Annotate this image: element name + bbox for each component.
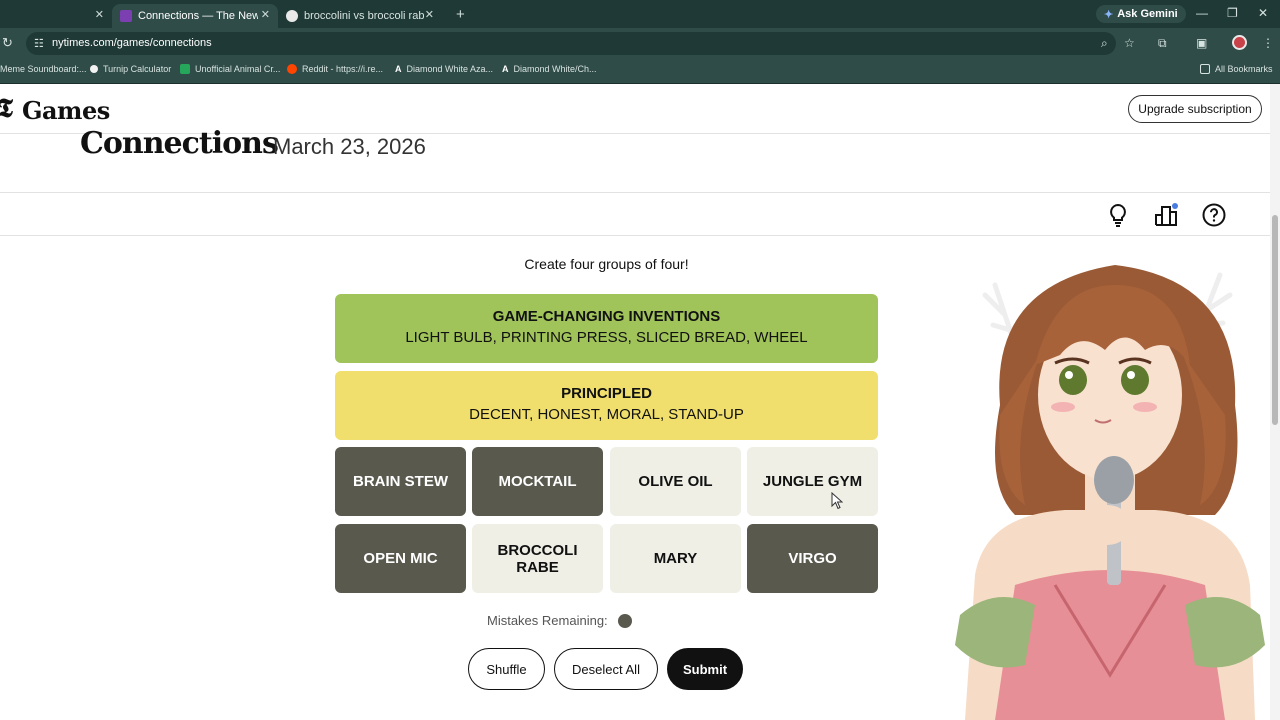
bookmark-star-icon[interactable]: ☆ (1124, 36, 1135, 50)
tab-google-search[interactable]: broccolini vs broccoli rabe - Go ✕ (278, 4, 442, 28)
side-panel-icon[interactable]: ▣ (1196, 36, 1207, 50)
word-tile[interactable]: VIRGO (747, 524, 878, 593)
browser-tab-bar: ✕ Connections — The New York T ✕ broccol… (0, 0, 1280, 28)
submit-button[interactable]: Submit (667, 648, 743, 690)
tab-label: Connections — The New York T (138, 10, 258, 22)
url-text: nytimes.com/games/connections (52, 37, 212, 49)
game-title-bar: Connections March 23, 2026 (0, 126, 1280, 193)
close-tab-icon[interactable]: ✕ (425, 8, 434, 21)
group-words: LIGHT BULB, PRINTING PRESS, SLICED BREAD… (405, 329, 808, 346)
zoom-icon[interactable]: ⌕ (1101, 36, 1108, 51)
solved-group-yellow: PRINCIPLED DECENT, HONEST, MORAL, STAND-… (335, 371, 878, 440)
site-info-icon[interactable]: ☷ (34, 37, 44, 50)
game-date: March 23, 2026 (273, 134, 426, 159)
mistakes-remaining: Mistakes Remaining: (487, 613, 632, 628)
tab-label: broccolini vs broccoli rabe - Go (304, 10, 424, 22)
extensions-icon[interactable]: ⧉ (1158, 36, 1167, 51)
google-favicon-icon (286, 10, 298, 22)
game-title: Connections (80, 126, 279, 161)
tab-1[interactable]: ✕ (0, 4, 112, 28)
all-bookmarks[interactable]: All Bookmarks (1200, 64, 1273, 74)
instructions: Create four groups of four! (524, 256, 689, 272)
minimize-icon[interactable]: — (1196, 6, 1208, 20)
bookmark-item[interactable]: Meme Soundboard:... (0, 64, 87, 74)
word-tile[interactable]: JUNGLE GYM (747, 447, 878, 516)
bookmark-item[interactable]: Reddit - https://i.re... (287, 64, 383, 74)
new-tab-icon[interactable]: + (456, 6, 465, 23)
turnip-icon (90, 65, 98, 73)
mouse-cursor-icon (831, 492, 843, 510)
ask-gemini-button[interactable]: ✦ Ask Gemini (1096, 5, 1186, 23)
profile-avatar-icon[interactable] (1232, 35, 1247, 50)
word-tile[interactable]: MOCKTAIL (472, 447, 603, 516)
sheets-icon (180, 64, 190, 74)
reload-icon[interactable]: ↻ (2, 35, 13, 51)
sparkle-icon: ✦ (1104, 8, 1114, 21)
deselect-all-button[interactable]: Deselect All (554, 648, 658, 690)
game-toolbar (0, 193, 1280, 236)
close-tab-icon[interactable]: ✕ (95, 8, 104, 21)
a-icon: A (502, 64, 509, 74)
mistake-dot (617, 613, 632, 628)
restore-icon[interactable]: ❐ (1227, 6, 1238, 20)
scrollbar-thumb[interactable] (1272, 215, 1278, 425)
close-tab-icon[interactable]: ✕ (261, 8, 270, 21)
word-tile[interactable]: BRAIN STEW (335, 447, 466, 516)
word-tile[interactable]: OLIVE OIL (610, 447, 741, 516)
word-tile[interactable]: BROCCOLI RABE (472, 524, 603, 593)
word-tile[interactable]: MARY (610, 524, 741, 593)
bookmark-item[interactable]: A Diamond White/Ch... (502, 64, 597, 74)
tab-connections[interactable]: Connections — The New York T ✕ (112, 4, 278, 28)
connections-favicon-icon (120, 10, 132, 22)
solved-group-green: GAME-CHANGING INVENTIONS LIGHT BULB, PRI… (335, 294, 878, 363)
folder-icon (1200, 64, 1210, 74)
reddit-icon (287, 64, 297, 74)
bookmark-item[interactable]: Unofficial Animal Cr... (180, 64, 280, 74)
mistakes-label: Mistakes Remaining: (487, 613, 608, 628)
games-logo[interactable]: Games (22, 96, 110, 125)
bookmarks-bar: Meme Soundboard:... Turnip Calculator Un… (0, 58, 1280, 84)
group-name: GAME-CHANGING INVENTIONS (492, 308, 721, 325)
help-icon[interactable] (1202, 203, 1226, 227)
menu-dots-icon[interactable]: ⋮ (1262, 36, 1274, 50)
a-icon: A (395, 64, 402, 74)
lightbulb-icon[interactable] (1106, 203, 1130, 227)
upgrade-subscription-button[interactable]: Upgrade subscription (1128, 95, 1262, 123)
close-window-icon[interactable]: ✕ (1258, 6, 1268, 20)
address-bar-row: ↻ ☷ nytimes.com/games/connections ⌕ ☆ ⧉ … (0, 28, 1280, 58)
nyt-t-logo-icon[interactable]: 𝕿 (0, 94, 13, 125)
bookmark-item[interactable]: A Diamond White Aza... (395, 64, 493, 74)
group-name: PRINCIPLED (561, 385, 652, 402)
bookmark-item[interactable]: Turnip Calculator (90, 64, 171, 74)
word-tile[interactable]: OPEN MIC (335, 524, 466, 593)
shuffle-button[interactable]: Shuffle (468, 648, 545, 690)
group-words: DECENT, HONEST, MORAL, STAND-UP (469, 406, 744, 423)
omnibox[interactable]: ☷ nytimes.com/games/connections (26, 32, 1116, 55)
leaderboard-icon[interactable] (1154, 203, 1178, 227)
vtuber-avatar-image (955, 265, 1265, 720)
